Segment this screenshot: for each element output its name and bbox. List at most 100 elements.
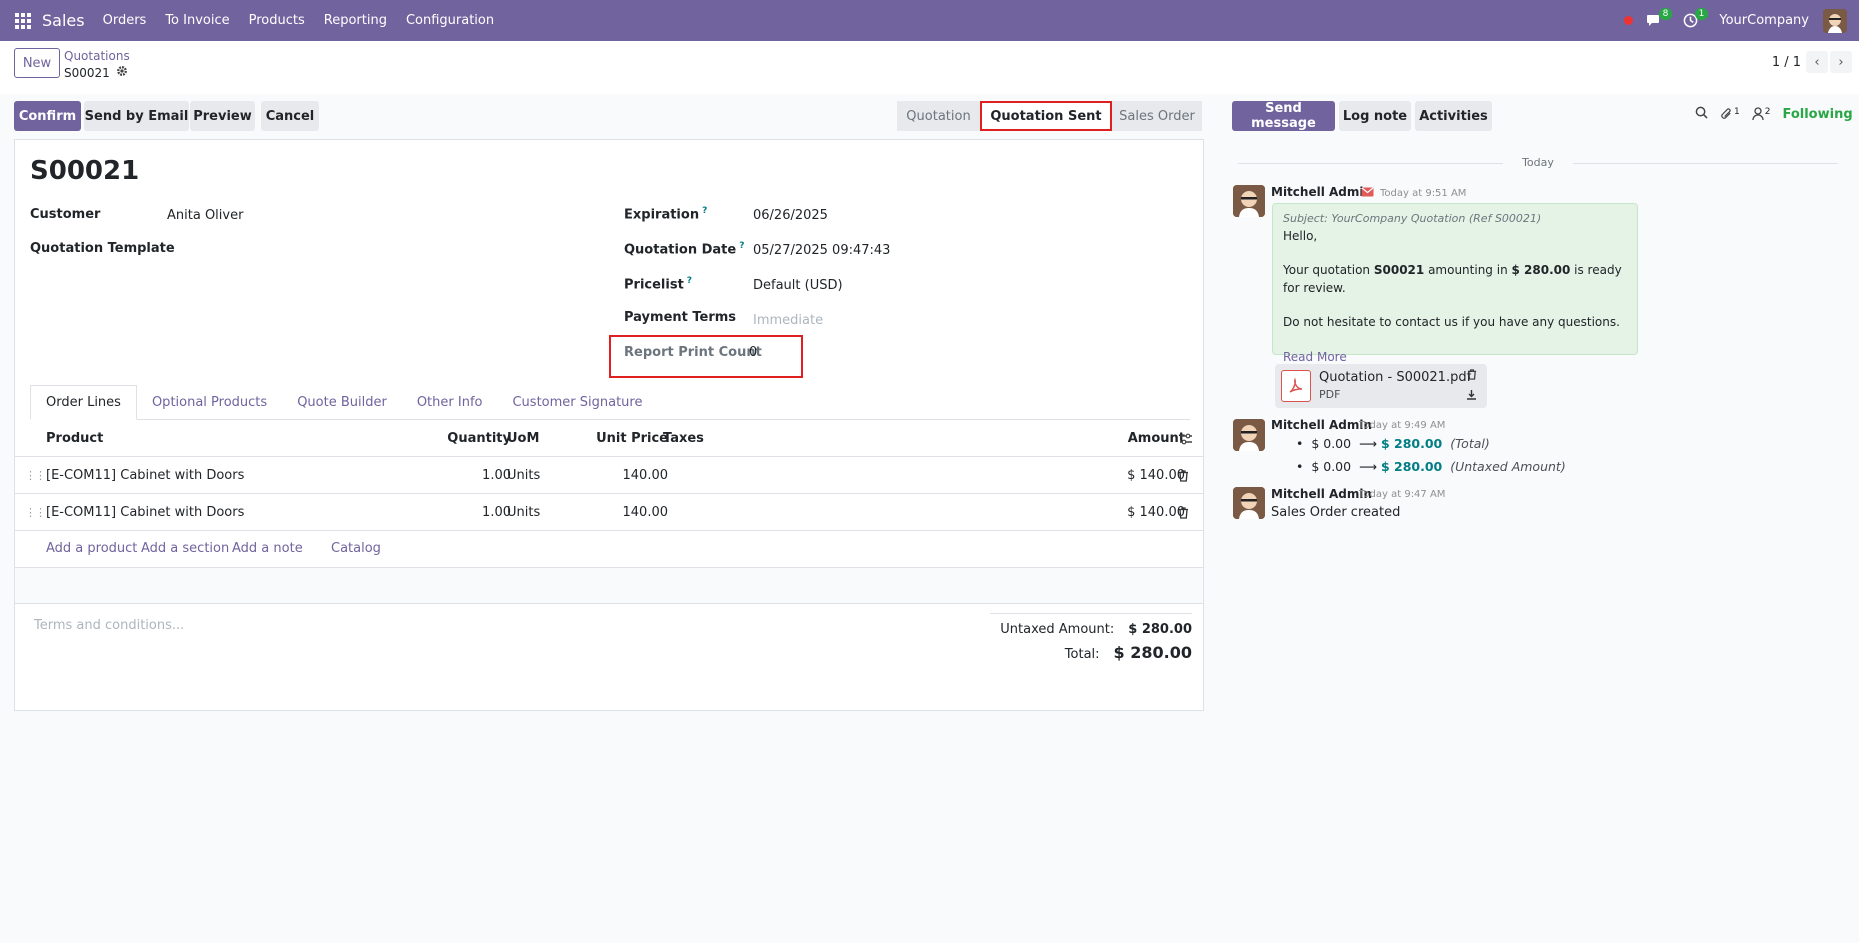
following-toggle[interactable]: Following — [1782, 107, 1852, 122]
line-product[interactable]: [E-COM11] Cabinet with Doors — [46, 457, 244, 494]
pricelist-label: Pricelist? — [624, 276, 693, 293]
line-uom[interactable]: Units — [507, 494, 540, 531]
line-unit-price[interactable]: 140.00 — [585, 494, 669, 531]
cancel-button[interactable]: Cancel — [261, 101, 319, 131]
user-avatar[interactable] — [1823, 8, 1847, 33]
catalog-link[interactable]: Catalog — [331, 541, 381, 556]
attachment-name[interactable]: Quotation - S00021.pdf — [1319, 370, 1471, 385]
payment-terms-label: Payment Terms — [624, 310, 737, 325]
line-quantity[interactable]: 1.00 — [445, 457, 511, 494]
message-author[interactable]: Mitchell Admin — [1271, 487, 1372, 501]
help-tooltip-icon[interactable]: ? — [687, 276, 692, 286]
record-title: S00021 — [30, 156, 140, 186]
add-product-link[interactable]: Add a product — [46, 541, 137, 556]
report-print-count-value: 0 — [749, 345, 758, 360]
report-print-count-label: Report Print Count — [624, 345, 762, 360]
activities-button[interactable]: Activities — [1415, 101, 1492, 131]
customer-field[interactable]: Anita Oliver — [167, 208, 243, 223]
expiration-field[interactable]: 06/26/2025 — [753, 208, 828, 223]
search-icon[interactable] — [1695, 106, 1708, 122]
menu-products[interactable]: Products — [249, 13, 305, 28]
line-amount: $ 140.00 — [1127, 468, 1185, 483]
stage-quotation-sent[interactable]: Quotation Sent — [980, 101, 1112, 131]
attachments-paperclip-icon[interactable]: 1 — [1720, 107, 1740, 121]
gear-icon[interactable] — [116, 65, 128, 80]
confirm-button[interactable]: Confirm — [14, 101, 81, 131]
preview-button[interactable]: Preview — [190, 101, 255, 131]
col-product[interactable]: Product — [46, 420, 103, 457]
terms-and-conditions-field[interactable]: Terms and conditions... — [34, 618, 184, 633]
col-amount[interactable]: Amount — [1115, 420, 1185, 457]
quotation-date-field[interactable]: 05/27/2025 09:47:43 — [753, 243, 890, 258]
menu-orders[interactable]: Orders — [103, 13, 147, 28]
tab-optional-products[interactable]: Optional Products — [137, 385, 282, 420]
send-message-button[interactable]: Send message — [1232, 101, 1335, 131]
tab-order-lines[interactable]: Order Lines — [30, 385, 137, 420]
menu-reporting[interactable]: Reporting — [324, 13, 387, 28]
message-time: Today at 9:51 AM — [1380, 188, 1467, 199]
attachment-card[interactable]: Quotation - S00021.pdf PDF — [1275, 364, 1487, 408]
activities-clock-icon[interactable]: 1 — [1679, 7, 1709, 32]
line-unit-price[interactable]: 140.00 — [585, 457, 669, 494]
message-time: Today at 9:49 AM — [1359, 420, 1446, 431]
menu-to-invoice[interactable]: To Invoice — [165, 13, 229, 28]
col-taxes[interactable]: Taxes — [663, 420, 704, 457]
tab-other-info[interactable]: Other Info — [402, 385, 498, 420]
email-subject: Subject: YourCompany Quotation (Ref S000… — [1283, 212, 1542, 225]
col-unit-price[interactable]: Unit Price — [585, 420, 668, 457]
tab-quote-builder[interactable]: Quote Builder — [282, 385, 402, 420]
trash-icon[interactable] — [1467, 369, 1477, 384]
trash-icon[interactable] — [1178, 494, 1189, 531]
optional-columns-icon[interactable] — [1179, 420, 1193, 457]
tracking-change: • $ 0.00 ⟶ $ 280.00 (Total) — [1296, 436, 1490, 451]
menu-configuration[interactable]: Configuration — [406, 13, 494, 28]
empty-row — [15, 568, 1203, 604]
pager-next-icon[interactable]: › — [1830, 51, 1852, 73]
total-value: $ 280.00 — [1113, 643, 1192, 662]
col-quantity[interactable]: Quantity — [445, 420, 511, 457]
pager-previous-icon[interactable]: ‹ — [1806, 51, 1828, 73]
company-switcher[interactable]: YourCompany — [1719, 13, 1809, 28]
drag-handle-icon[interactable]: ⋮⋮ — [25, 494, 46, 531]
app-name[interactable]: Sales — [42, 11, 85, 30]
download-icon[interactable] — [1466, 389, 1477, 404]
table-row[interactable]: ⋮⋮ [E-COM11] Cabinet with Doors 1.00 Uni… — [15, 457, 1203, 494]
followers-count: 2 — [1764, 107, 1771, 117]
tab-customer-signature[interactable]: Customer Signature — [497, 385, 657, 420]
trash-icon[interactable] — [1178, 457, 1189, 494]
breadcrumb-quotations[interactable]: Quotations — [64, 49, 130, 63]
line-uom[interactable]: Units — [507, 457, 540, 494]
messages-icon[interactable]: 8 — [1643, 7, 1673, 32]
send-by-email-button[interactable]: Send by Email — [84, 101, 189, 131]
add-note-link[interactable]: Add a note — [232, 541, 303, 556]
quotation-date-label: Quotation Date? — [624, 241, 745, 258]
help-tooltip-icon[interactable]: ? — [702, 206, 707, 216]
line-product[interactable]: [E-COM11] Cabinet with Doors — [46, 494, 244, 531]
table-row[interactable]: ⋮⋮ [E-COM11] Cabinet with Doors 1.00 Uni… — [15, 494, 1203, 531]
author-avatar[interactable] — [1233, 419, 1265, 451]
new-button[interactable]: New — [14, 48, 60, 78]
stage-sales-order[interactable]: Sales Order — [1112, 101, 1202, 131]
followers-icon[interactable]: 2 — [1752, 107, 1771, 121]
activities-badge: 1 — [1694, 7, 1709, 20]
payment-terms-field[interactable]: Immediate — [753, 313, 823, 328]
stage-quotation[interactable]: Quotation — [897, 101, 980, 131]
pricelist-field[interactable]: Default (USD) — [753, 278, 843, 293]
notebook-tabs: Order Lines Optional Products Quote Buil… — [30, 385, 1190, 420]
control-panel: New Quotations S00021 1 / 1 ‹ › — [0, 41, 1859, 94]
drag-handle-icon[interactable]: ⋮⋮ — [25, 457, 46, 494]
pager-value[interactable]: 1 / 1 — [1772, 55, 1801, 70]
table-header: Product Quantity UoM Unit Price Taxes Am… — [15, 420, 1203, 457]
recording-dot-icon[interactable] — [1624, 16, 1634, 25]
author-avatar[interactable] — [1233, 487, 1265, 519]
top-navbar: Sales Orders To Invoice Products Reporti… — [0, 0, 1859, 41]
apps-menu-icon[interactable] — [13, 12, 33, 30]
line-quantity[interactable]: 1.00 — [445, 494, 511, 531]
col-uom[interactable]: UoM — [507, 420, 539, 457]
add-section-link[interactable]: Add a section — [141, 541, 229, 556]
help-tooltip-icon[interactable]: ? — [739, 241, 744, 251]
message-author[interactable]: Mitchell Admin — [1271, 418, 1372, 432]
log-note-button[interactable]: Log note — [1339, 101, 1411, 131]
author-avatar[interactable] — [1233, 185, 1265, 217]
message-author[interactable]: Mitchell Admin — [1271, 185, 1372, 199]
